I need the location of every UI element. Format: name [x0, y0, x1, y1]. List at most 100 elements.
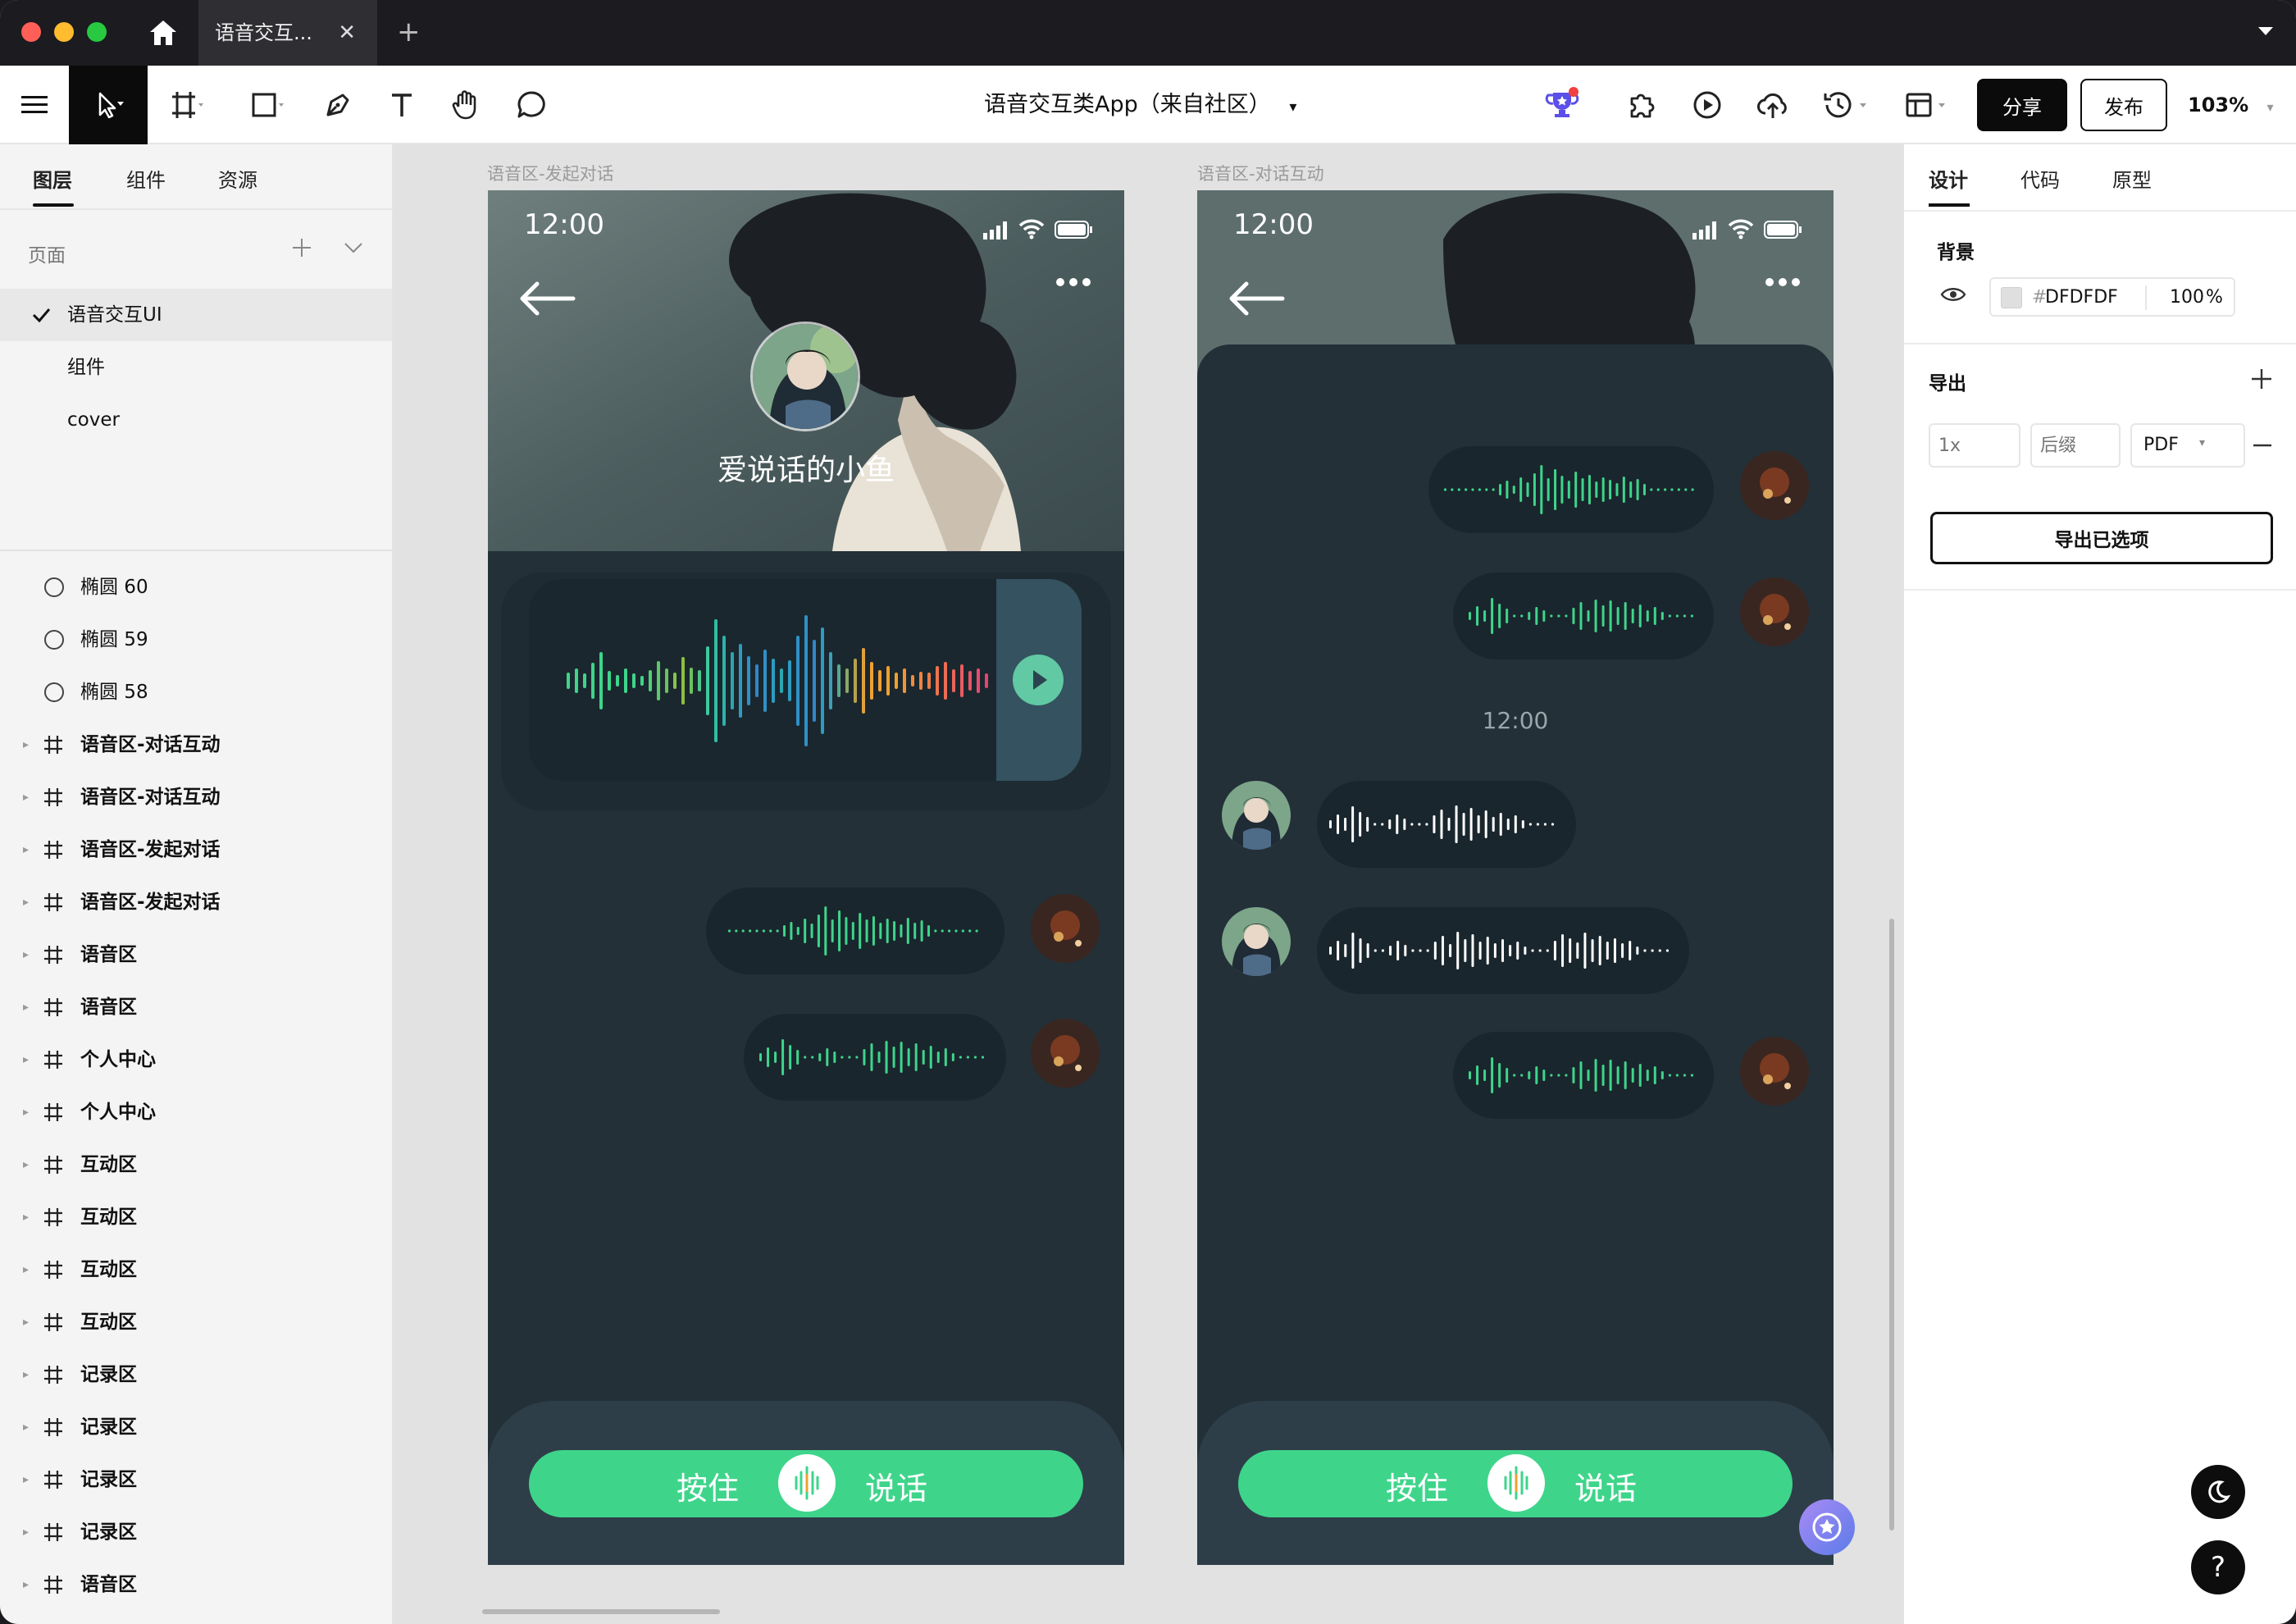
avatar-user[interactable] [1031, 894, 1100, 963]
voice-message-bubble[interactable] [1428, 446, 1714, 533]
horizontal-scrollbar[interactable] [482, 1609, 720, 1614]
trophy-icon[interactable] [1540, 66, 1586, 144]
more-options-icon[interactable] [1055, 276, 1091, 292]
expand-chevron-icon[interactable]: ▸ [23, 1086, 29, 1138]
frame-label[interactable]: 语音区-对话互动 [1197, 161, 1324, 185]
collapse-pages-chevron-icon[interactable] [343, 241, 364, 258]
text-tool-icon[interactable] [379, 66, 425, 144]
layer-item[interactable]: ▸ 语音区-发起对话 [0, 876, 392, 928]
pen-tool-icon[interactable] [315, 66, 361, 144]
more-options-icon[interactable] [1765, 276, 1801, 292]
hex-value[interactable]: DFDFDF [2045, 287, 2118, 308]
frame-label[interactable]: 语音区-发起对话 [487, 161, 614, 185]
expand-chevron-icon[interactable]: ▸ [23, 1558, 29, 1611]
layer-item[interactable]: ▸ 语音区-对话互动 [0, 771, 392, 823]
frame-tool-icon[interactable] [161, 66, 215, 144]
export-suffix-input[interactable] [2030, 423, 2121, 468]
avatar-user[interactable] [1031, 1019, 1100, 1088]
hand-tool-icon[interactable] [443, 66, 489, 144]
layer-item[interactable]: ▸ 记录区 [0, 1453, 392, 1506]
window-menu-chevron-icon[interactable] [2257, 21, 2275, 42]
back-arrow-icon[interactable] [517, 281, 576, 320]
layer-item[interactable]: ▸ 语音区-对话互动 [0, 718, 392, 771]
layer-item[interactable]: ▸ 语音区 [0, 928, 392, 981]
tab-components[interactable]: 组件 [126, 164, 166, 193]
new-tab-button[interactable]: + [397, 0, 421, 66]
layer-item[interactable]: ▸ 个人中心 [0, 1086, 392, 1138]
page-item-cover[interactable]: cover [0, 394, 392, 446]
help-button[interactable]: ? [2191, 1540, 2245, 1594]
export-format-select[interactable]: PDF ▾ [2130, 423, 2245, 468]
avatar-user[interactable] [1740, 1037, 1809, 1106]
expand-chevron-icon[interactable]: ▸ [23, 1296, 29, 1348]
publish-button[interactable]: 发布 [2080, 79, 2167, 131]
play-prototype-icon[interactable] [1684, 66, 1730, 144]
expand-chevron-icon[interactable]: ▸ [23, 1191, 29, 1243]
document-title[interactable]: 语音交互类App（来自社区） ▾ [984, 66, 1296, 144]
expand-chevron-icon[interactable]: ▸ [23, 1033, 29, 1086]
layer-item[interactable]: ▸ 互动区 [0, 1138, 392, 1191]
expand-chevron-icon[interactable]: ▸ [23, 1453, 29, 1506]
expand-chevron-icon[interactable]: ▸ [23, 1243, 29, 1296]
layer-item[interactable]: 椭圆 60 [0, 561, 392, 614]
maximize-window-button[interactable] [87, 22, 107, 42]
page-item-voice-ui[interactable]: 语音交互UI [0, 289, 392, 341]
export-scale-input[interactable] [1929, 423, 2020, 468]
hold-to-talk-button[interactable]: 按住 说话 [529, 1450, 1083, 1517]
opacity-value[interactable]: 100 [2170, 287, 2204, 308]
comment-tool-icon[interactable] [508, 66, 554, 144]
share-button[interactable]: 分享 [1977, 79, 2067, 131]
close-window-button[interactable] [21, 22, 41, 42]
close-tab-icon[interactable]: ✕ [338, 0, 356, 66]
expand-chevron-icon[interactable]: ▸ [23, 1138, 29, 1191]
layer-item[interactable]: ▸ 记录区 [0, 1401, 392, 1453]
voice-message-bubble[interactable] [1453, 573, 1714, 659]
avatar-user[interactable] [1740, 451, 1809, 520]
expand-chevron-icon[interactable]: ▸ [23, 823, 29, 876]
upload-cloud-icon[interactable] [1750, 66, 1796, 144]
tab-assets[interactable]: 资源 [218, 164, 257, 193]
expand-chevron-icon[interactable]: ▸ [23, 876, 29, 928]
add-page-icon[interactable] [290, 236, 313, 262]
zoom-level[interactable]: 103% ▾ [2188, 66, 2274, 144]
layer-item[interactable]: ▸ 个人中心 [0, 1033, 392, 1086]
avatar-contact[interactable] [1222, 781, 1291, 850]
zoom-chevron-icon[interactable]: ▾ [2267, 99, 2274, 115]
main-menu-icon[interactable] [11, 66, 57, 144]
plugin-icon[interactable] [1619, 66, 1665, 144]
move-tool-button[interactable] [69, 66, 148, 144]
expand-chevron-icon[interactable]: ▸ [23, 981, 29, 1033]
avatar-contact[interactable] [1222, 907, 1291, 976]
avatar[interactable] [750, 322, 860, 431]
layout-panel-icon[interactable] [1896, 66, 1961, 144]
tab-layers[interactable]: 图层 [33, 164, 72, 193]
voice-message-bubble[interactable] [706, 887, 1004, 974]
page-item-components[interactable]: 组件 [0, 341, 392, 394]
voice-message-bubble[interactable] [1453, 1032, 1714, 1119]
canvas[interactable]: 语音区-发起对话 语音区-对话互动 12:00 爱说话的小鱼 按住 说话 12:… [395, 144, 1901, 1624]
vertical-scrollbar[interactable] [1889, 919, 1894, 1530]
phone-frame-start-conversation[interactable]: 12:00 爱说话的小鱼 按住 说话 [488, 190, 1124, 1565]
phone-frame-conversation[interactable]: 12:00 12:00 按住 说话 [1197, 190, 1834, 1565]
tab-code[interactable]: 代码 [2020, 164, 2060, 193]
home-icon[interactable] [148, 18, 179, 48]
expand-chevron-icon[interactable]: ▸ [23, 1401, 29, 1453]
add-export-icon[interactable] [2250, 367, 2273, 394]
rectangle-tool-icon[interactable] [241, 66, 295, 144]
expand-chevron-icon[interactable]: ▸ [23, 771, 29, 823]
document-title-chevron-icon[interactable]: ▾ [1289, 98, 1296, 116]
expand-chevron-icon[interactable]: ▸ [23, 718, 29, 771]
layer-item[interactable]: ▸ 语音区 [0, 1558, 392, 1611]
remove-export-icon[interactable] [2252, 435, 2273, 459]
layer-item[interactable]: 椭圆 58 [0, 666, 392, 718]
layer-item[interactable]: ▸ 语音区-发起对话 [0, 823, 392, 876]
layer-item[interactable]: ▸ 记录区 [0, 1348, 392, 1401]
hold-to-talk-button[interactable]: 按住 说话 [1238, 1450, 1793, 1517]
tab-design[interactable]: 设计 [1929, 164, 1968, 193]
minimize-window-button[interactable] [54, 22, 74, 42]
favorite-star-icon[interactable] [1799, 1499, 1855, 1555]
export-selected-button[interactable]: 导出已选项 [1930, 512, 2273, 564]
avatar-user[interactable] [1740, 577, 1809, 646]
history-icon[interactable] [1814, 66, 1879, 144]
expand-chevron-icon[interactable]: ▸ [23, 928, 29, 981]
